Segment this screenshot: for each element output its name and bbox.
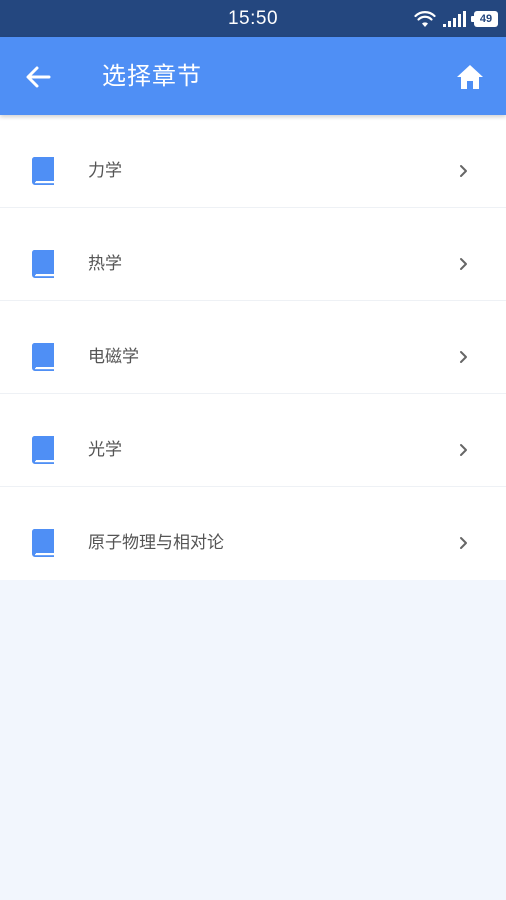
chapter-label: 原子物理与相对论 [88, 533, 224, 553]
chevron-right-icon [460, 537, 467, 549]
chapter-label: 光学 [88, 440, 122, 460]
chevron-right-icon [460, 165, 467, 177]
page-title: 选择章节 [102, 62, 202, 90]
back-button[interactable] [18, 57, 58, 97]
screen: 15:50 49 选择章节 力学 热学 电磁学 光学 原子物理与相对论 [0, 0, 506, 900]
chapter-item-mechanics[interactable]: 力学 [0, 115, 506, 208]
book-icon [31, 343, 54, 371]
home-button[interactable] [450, 57, 490, 97]
chevron-right-icon [460, 351, 467, 363]
wifi-icon [414, 11, 436, 27]
chapter-item-electromagnetism[interactable]: 电磁学 [0, 301, 506, 394]
battery-icon: 49 [471, 11, 498, 27]
chapter-item-optics[interactable]: 光学 [0, 394, 506, 487]
chapter-list: 力学 热学 电磁学 光学 原子物理与相对论 [0, 115, 506, 580]
chapter-label: 热学 [88, 254, 122, 274]
app-bar: 选择章节 [0, 37, 506, 115]
chapter-item-atomic-physics[interactable]: 原子物理与相对论 [0, 487, 506, 580]
book-icon [31, 529, 54, 557]
signal-icon [443, 11, 466, 27]
book-icon [31, 157, 54, 185]
arrow-left-icon [26, 66, 51, 88]
chapter-label: 力学 [88, 161, 122, 181]
chapter-item-thermodynamics[interactable]: 热学 [0, 208, 506, 301]
chapter-label: 电磁学 [88, 347, 139, 367]
home-icon [457, 65, 483, 89]
status-bar: 15:50 49 [0, 0, 506, 37]
book-icon [31, 250, 54, 278]
chevron-right-icon [460, 444, 467, 456]
status-icons: 49 [414, 8, 498, 30]
chevron-right-icon [460, 258, 467, 270]
book-icon [31, 436, 54, 464]
